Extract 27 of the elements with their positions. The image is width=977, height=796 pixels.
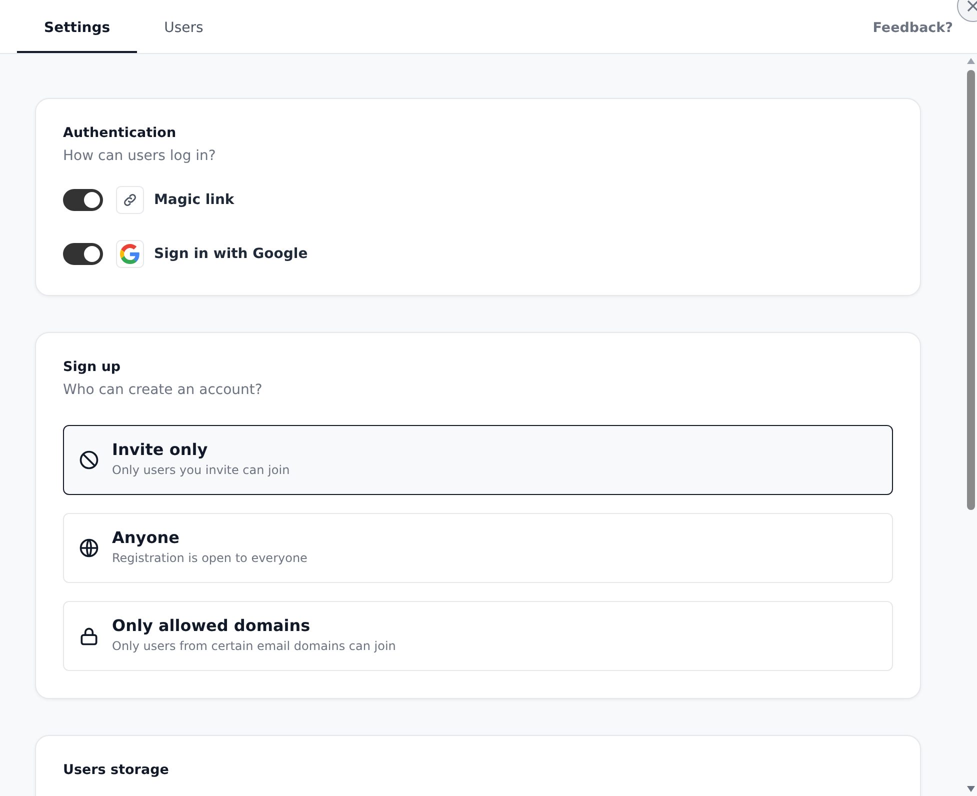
signup-option[interactable]: Invite only Only users you invite can join (63, 425, 893, 495)
tab[interactable]: Users (137, 16, 230, 53)
google-logo-icon (116, 240, 144, 268)
method-label: Magic link (154, 192, 234, 208)
scroll-down-icon[interactable] (967, 786, 975, 792)
signup-option[interactable]: Only allowed domains Only users from certain email domains can join (63, 601, 893, 671)
section-title: Sign up (63, 359, 122, 375)
option-title: Invite only (112, 440, 209, 458)
section-subtitle: Who can create an account? (63, 382, 264, 398)
prohibited-icon (78, 449, 100, 471)
option-description: Only users from certain email domains can join (112, 638, 396, 652)
section-subtitle: How can users log in? (63, 148, 217, 164)
section-title: Authentication (63, 125, 178, 141)
option-description: Only users you invite can join (112, 462, 290, 476)
option-description: Registration is open to everyone (112, 550, 308, 564)
toggle-switch[interactable] (63, 243, 103, 265)
option-title: Only allowed domains (112, 616, 312, 634)
padlock-icon (78, 625, 100, 647)
scrollbar-thumb[interactable] (967, 70, 975, 510)
option-title: Anyone (112, 528, 180, 546)
feedback-link[interactable]: Feedback? (872, 20, 953, 36)
toggle-switch[interactable] (63, 189, 103, 211)
signup-option[interactable]: Anyone Registration is open to everyone (63, 513, 893, 583)
globe-icon (78, 537, 100, 559)
section-title: Users storage (63, 762, 170, 778)
link-icon (116, 186, 144, 214)
method-label: Sign in with Google (154, 246, 308, 262)
